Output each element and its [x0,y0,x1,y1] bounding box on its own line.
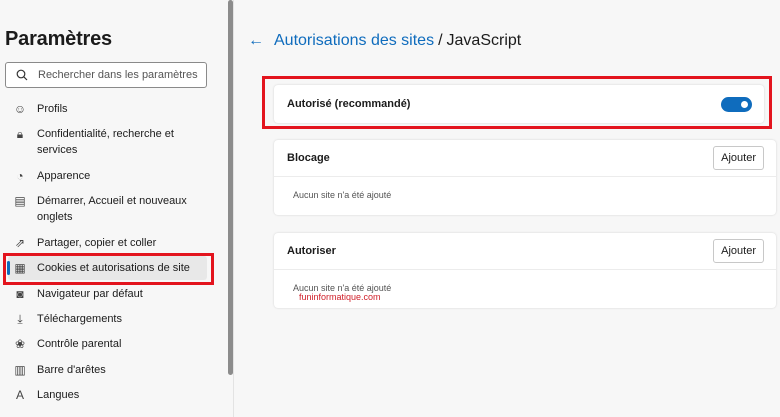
breadcrumb: ← Autorisations des sites / JavaScript [248,32,522,50]
block-empty-text: Aucun site n'a été ajouté [293,190,392,200]
highlight-box [262,76,772,129]
sidebar-item-partager[interactable]: ⇗ Partager, copier et coller [8,235,207,251]
sidebar-item-controle-parental[interactable]: ❀ Contrôle parental [8,336,207,352]
sidebar-item-barre[interactable]: ▥ Barre d'arêtes [8,362,207,378]
watermark: funinformatique.com [299,292,381,302]
sidebar-item-confidentialite[interactable]: 🔒︎ Confidentialité, recherche et services [8,126,207,158]
page-heading: JavaScript [446,32,522,49]
allow-empty-text: Aucun site n'a été ajouté [293,283,392,293]
search-icon [16,69,28,81]
sidebar-bar-icon: ▥ [14,363,26,377]
sidebar-item-langues[interactable]: A Langues [8,387,207,403]
sidebar: Paramètres ☺Profils 🔒︎Confidentialité, r… [0,0,234,417]
sidebar-item-telechargements[interactable]: ⤓ Téléchargements [8,311,207,327]
lock-icon: 🔒︎ [16,127,24,141]
language-icon: A [15,388,24,402]
share-icon: ⇗ [14,236,26,250]
sidebar-item-demarrer[interactable]: ▤ Démarrer, Accueil et nouveaux onglets [8,193,207,225]
block-section: Blocage Ajouter Aucun site n'a été ajouté [274,140,776,215]
sidebar-item-apparence[interactable]: ◔ Apparence [8,168,207,184]
block-title: Blocage [287,152,330,164]
home-tab-icon: ▤ [14,194,26,208]
breadcrumb-parent-link[interactable]: Autorisations des sites [274,32,434,50]
sidebar-item-profils[interactable]: ☺ Profils [8,101,207,117]
sidebar-scrollbar[interactable] [228,0,233,375]
back-arrow-icon[interactable]: ← [248,32,264,50]
palette-icon: ◔ [16,169,24,183]
sidebar-item-navigateur[interactable]: ◙ Navigateur par défaut [8,286,207,302]
page-title: Paramètres [5,28,112,50]
highlight-box [3,253,214,285]
search-box[interactable] [5,62,207,88]
download-icon: ⤓ [17,312,23,326]
add-allow-button[interactable]: Ajouter [713,239,764,263]
family-icon: ❀ [14,337,26,351]
default-browser-icon: ◙ [16,287,24,301]
allow-title: Autoriser [287,245,336,257]
profile-icon: ☺ [13,102,27,116]
search-input[interactable] [38,69,198,81]
add-block-button[interactable]: Ajouter [713,146,764,170]
